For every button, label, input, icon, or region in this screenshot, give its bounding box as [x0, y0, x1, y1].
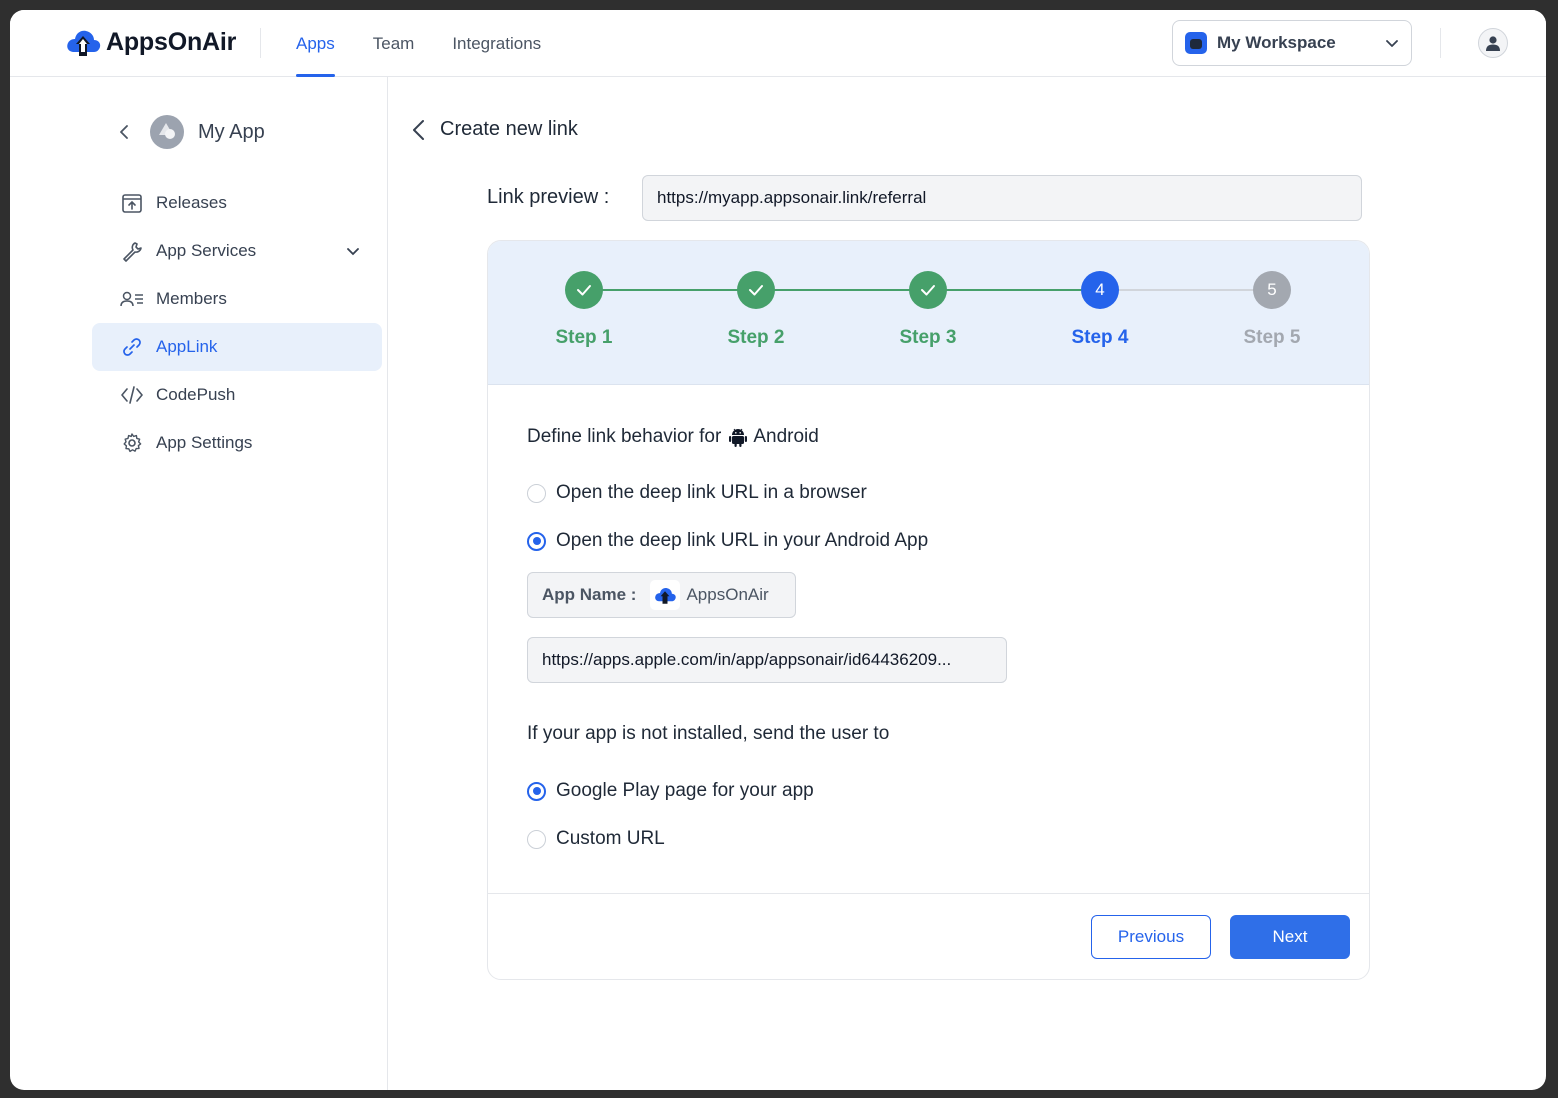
workspace-selector[interactable]: My Workspace [1172, 20, 1412, 66]
radio-button[interactable] [527, 829, 546, 849]
link-icon [120, 335, 144, 359]
code-icon [120, 383, 144, 407]
option-label: Open the deep link URL in your Android A… [556, 530, 929, 551]
user-avatar-button[interactable] [1478, 28, 1508, 58]
option-custom-url[interactable]: Custom URL [527, 828, 665, 850]
link-preview-field: https://myapp.appsonair.link/referral [642, 175, 1362, 221]
chevron-down-icon[interactable] [346, 244, 360, 258]
fallback-section-title: If your app is not installed, send the u… [527, 723, 889, 745]
behavior-section-title: Define link behavior for Android [527, 426, 819, 448]
behavior-platform: Android [753, 426, 819, 447]
brand-logo[interactable]: AppsOnAir [64, 26, 236, 58]
header-divider [260, 28, 261, 58]
step-1: Step 1 [524, 271, 644, 349]
stepper: Step 1 Step 2 Step 3 4 Step 4 5 Step 5 [488, 241, 1369, 385]
app-name: My App [198, 120, 265, 143]
nav-tab-team[interactable]: Team [373, 10, 415, 77]
back-chevron-icon[interactable] [116, 124, 132, 140]
radio-button[interactable] [527, 483, 546, 503]
sidebar-item-label: CodePush [156, 385, 236, 404]
members-icon [120, 287, 144, 311]
sidebar-item-codepush[interactable]: CodePush [92, 371, 382, 419]
sidebar: My App Releases App Services Members App… [10, 77, 388, 1090]
appsonair-app-icon [650, 580, 681, 610]
step-label: Step 2 [727, 327, 785, 348]
option-open-in-browser[interactable]: Open the deep link URL in a browser [527, 482, 867, 504]
user-icon [1486, 36, 1500, 51]
upload-box-icon [120, 191, 144, 215]
sidebar-item-label: Members [156, 289, 227, 308]
page-title: Create new link [410, 118, 578, 141]
option-label: Custom URL [556, 828, 665, 849]
app-header: My App [116, 115, 265, 149]
sidebar-item-app-settings[interactable]: App Settings [92, 419, 382, 467]
step-label: Step 1 [555, 327, 613, 348]
sidebar-item-applink[interactable]: AppLink [92, 323, 382, 371]
card-footer: Previous Next [488, 893, 1369, 979]
header-divider-right [1440, 28, 1441, 58]
step-4: 4 Step 4 [1040, 271, 1160, 349]
previous-button[interactable]: Previous [1091, 915, 1211, 959]
sidebar-item-label: AppLink [156, 337, 218, 356]
gear-icon [120, 431, 144, 455]
link-preview-label: Link preview : [487, 186, 610, 208]
sidebar-item-label: Releases [156, 193, 227, 212]
workspace-icon [1185, 32, 1207, 54]
option-google-play[interactable]: Google Play page for your app [527, 780, 814, 802]
sidebar-item-label: App Services [156, 241, 257, 260]
top-navbar: AppsOnAir Apps Team Integrations My Work… [10, 10, 1546, 77]
option-label: Open the deep link URL in a browser [556, 482, 867, 503]
wrench-icon [120, 239, 144, 263]
radio-button-selected[interactable] [527, 531, 546, 551]
step-connector-done [589, 289, 1105, 291]
step-number: 5 [1253, 271, 1291, 309]
sidebar-item-releases[interactable]: Releases [92, 179, 382, 227]
option-open-in-app[interactable]: Open the deep link URL in your Android A… [527, 530, 928, 552]
fallback-title-text: If your app is not installed, send the u… [527, 723, 890, 744]
cloud-upload-logo-icon [67, 30, 101, 56]
app-window: AppsOnAir Apps Team Integrations My Work… [10, 10, 1546, 1090]
main-nav: Apps Team Integrations [296, 10, 579, 77]
brand-name: AppsOnAir [106, 27, 237, 56]
behavior-title-text: Define link behavior for [527, 426, 722, 447]
check-icon [565, 271, 603, 309]
android-icon [729, 428, 748, 447]
option-label: Google Play page for your app [556, 780, 814, 801]
sidebar-menu: Releases App Services Members AppLink Co… [92, 179, 382, 467]
step-3: Step 3 [868, 271, 988, 349]
app-name-label: App Name : [542, 585, 637, 604]
next-button[interactable]: Next [1230, 915, 1350, 959]
step-2: Step 2 [696, 271, 816, 349]
sidebar-item-app-services[interactable]: App Services [92, 227, 382, 275]
nav-tab-integrations[interactable]: Integrations [452, 10, 541, 77]
app-name-field: App Name : AppsOnAir [527, 572, 796, 618]
step-label: Step 4 [1071, 327, 1129, 348]
step-number: 4 [1081, 271, 1119, 309]
sidebar-item-label: App Settings [156, 433, 253, 452]
back-chevron-icon[interactable] [410, 119, 428, 141]
check-icon [909, 271, 947, 309]
step-label: Step 3 [899, 327, 957, 348]
radio-button-selected[interactable] [527, 781, 546, 801]
sidebar-item-members[interactable]: Members [92, 275, 382, 323]
page-title-text: Create new link [440, 118, 578, 140]
app-name-value: AppsOnAir [686, 585, 769, 604]
link-wizard-card: Step 1 Step 2 Step 3 4 Step 4 5 Step 5 D… [487, 240, 1370, 980]
store-url-field[interactable]: https://apps.apple.com/in/app/appsonair/… [527, 637, 1007, 683]
step-5: 5 Step 5 [1212, 271, 1332, 349]
nav-tab-apps[interactable]: Apps [296, 10, 335, 77]
check-icon [737, 271, 775, 309]
app-avatar [150, 115, 184, 149]
chevron-down-icon [1386, 40, 1398, 47]
workspace-name: My Workspace [1217, 33, 1336, 52]
step-label: Step 5 [1243, 327, 1301, 348]
